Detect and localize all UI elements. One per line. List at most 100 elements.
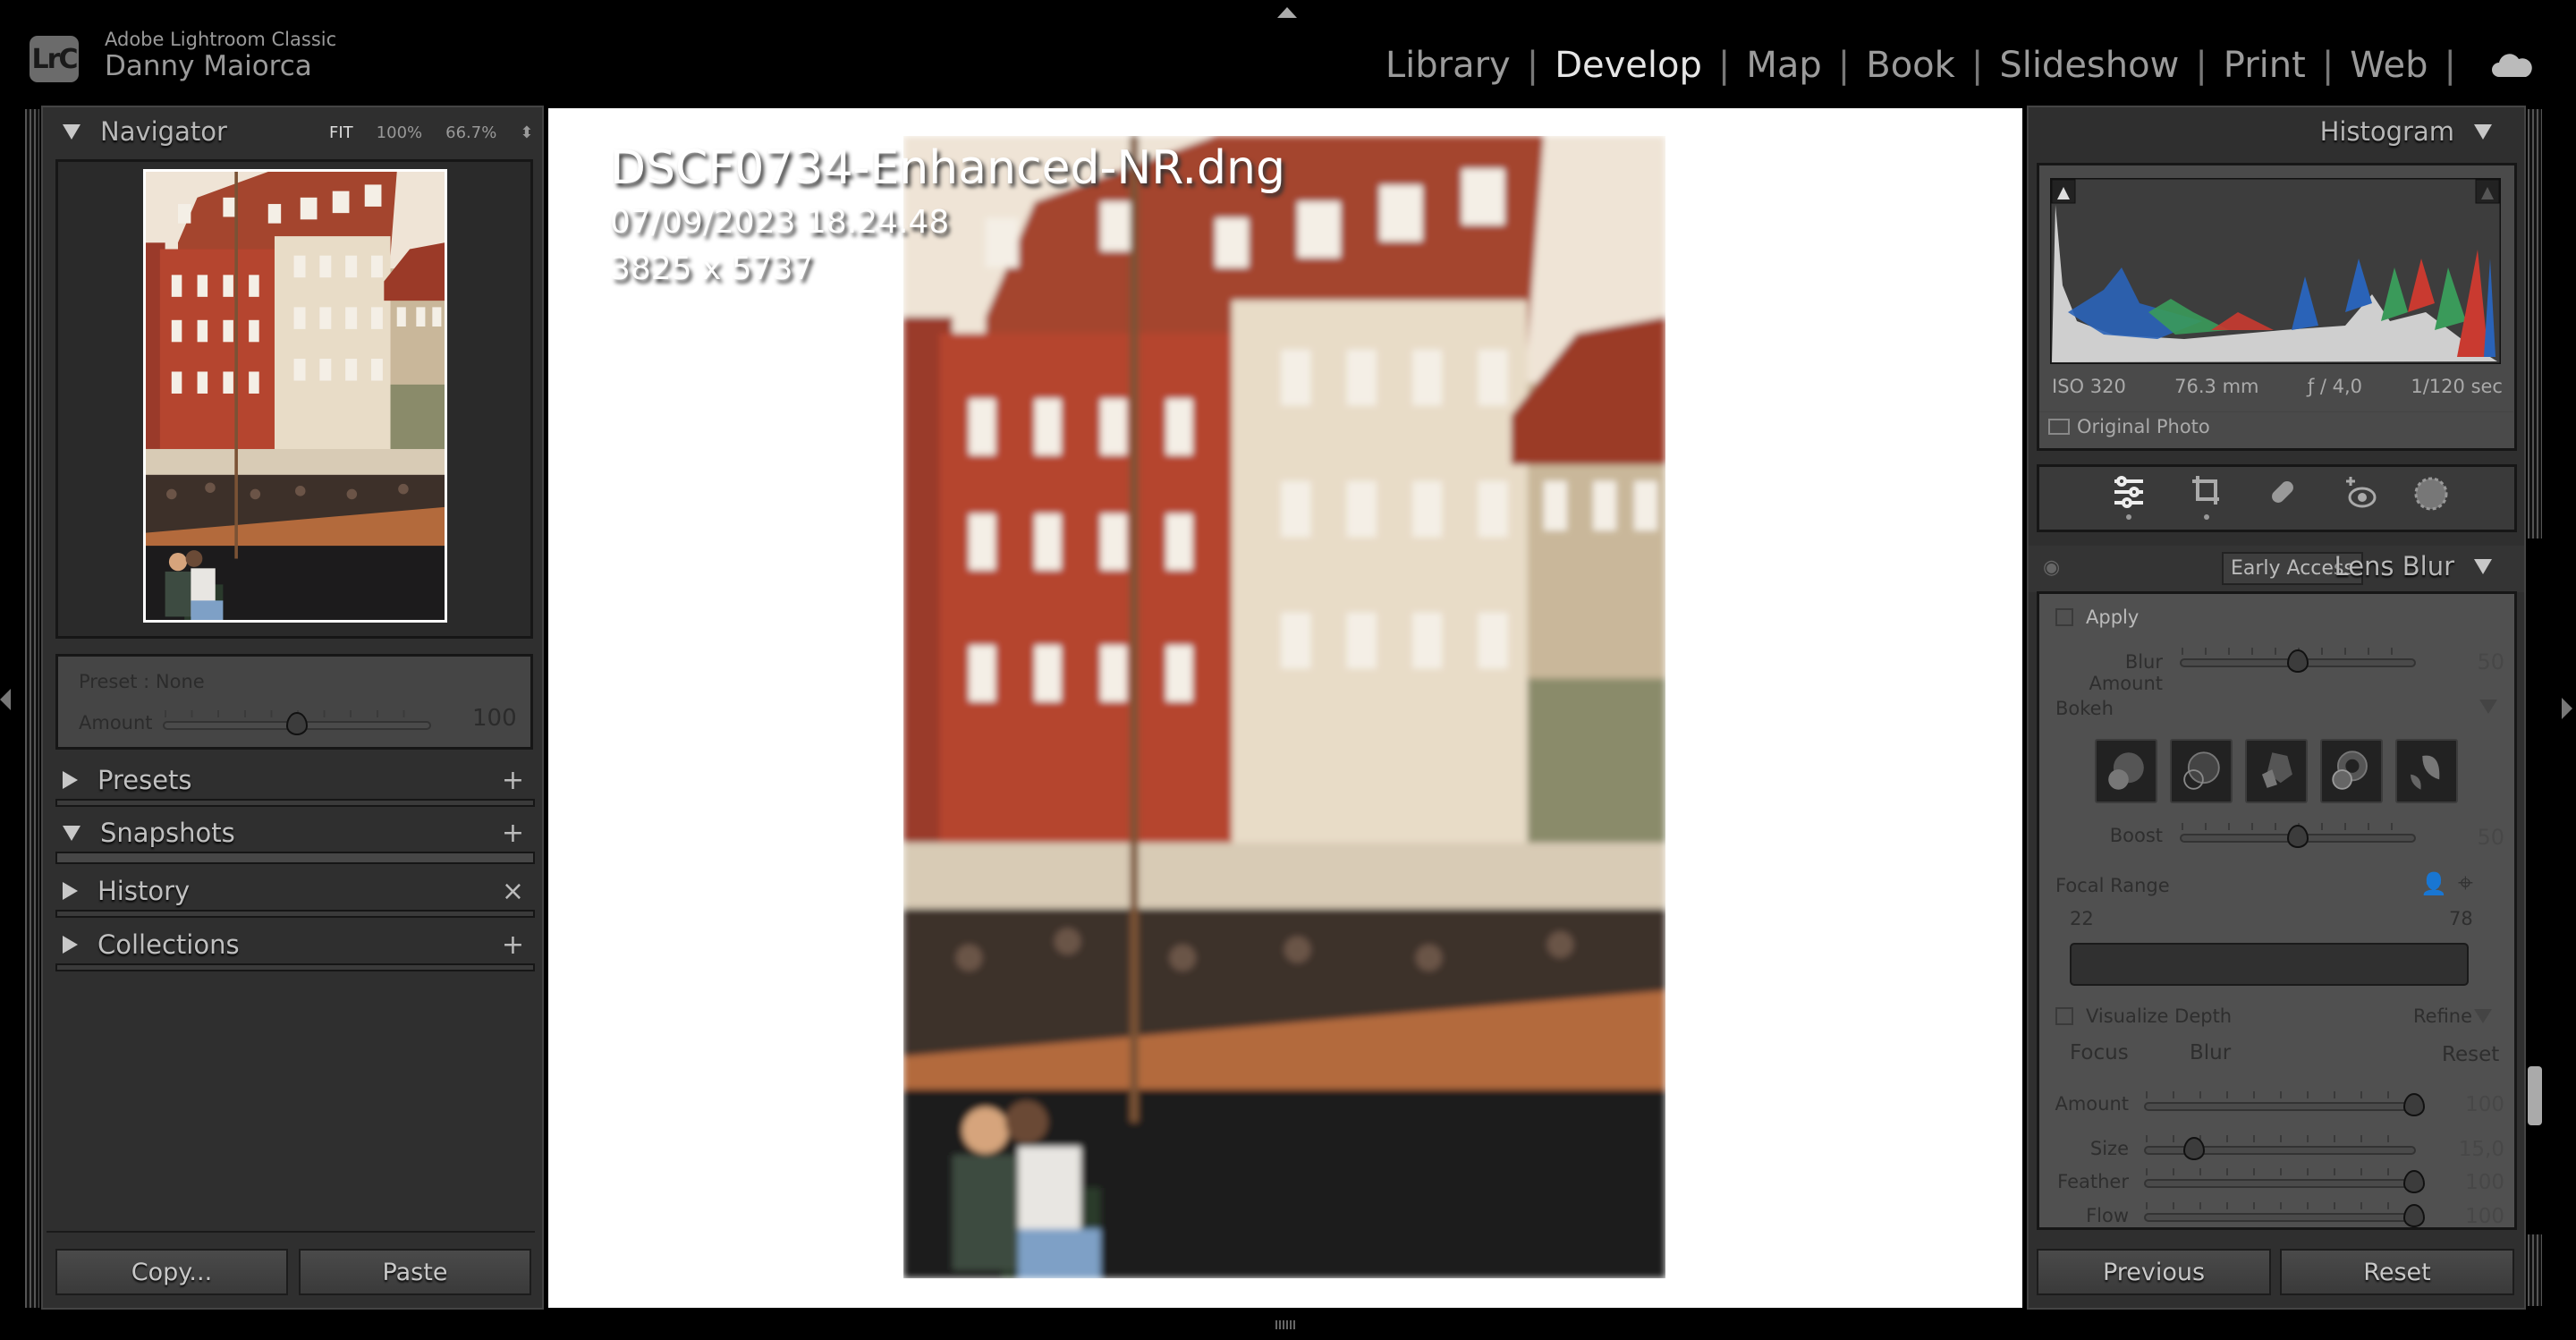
masking-icon[interactable] xyxy=(2413,476,2449,512)
boost-label: Boost xyxy=(2055,825,2163,846)
boost-slider[interactable] xyxy=(2180,834,2416,843)
add-snapshot-icon[interactable]: + xyxy=(502,818,524,849)
focal-length: 76.3 mm xyxy=(2174,376,2258,397)
bokeh-bubble-icon[interactable] xyxy=(2170,739,2233,803)
bokeh-shapes xyxy=(2095,739,2458,803)
lens-blur-header[interactable]: Lens Blur xyxy=(2334,551,2492,581)
section-presets[interactable]: Presets+ xyxy=(47,759,535,801)
brush-feather-slider[interactable] xyxy=(2144,1179,2416,1188)
focus-target-icon[interactable]: ⌖ xyxy=(2458,868,2473,899)
preset-label: Preset : None xyxy=(79,671,205,692)
copy-button[interactable]: Copy... xyxy=(55,1249,288,1295)
subject-focus-icon[interactable]: 👤 xyxy=(2420,871,2447,896)
module-develop[interactable]: Develop xyxy=(1555,45,1702,86)
navigator-thumbnail[interactable] xyxy=(143,169,447,623)
brush-feather-value[interactable]: 100 xyxy=(2451,1171,2504,1194)
module-print[interactable]: Print xyxy=(2224,45,2306,86)
add-preset-icon[interactable]: + xyxy=(502,765,524,796)
brush-amount-slider[interactable] xyxy=(2144,1102,2416,1111)
shutter-speed: 1/120 sec xyxy=(2411,376,2503,397)
filmstrip-toggle-icon[interactable] xyxy=(1275,1320,1295,1329)
blur-amount-value[interactable]: 50 xyxy=(2460,649,2504,674)
slider-thumb[interactable] xyxy=(2287,825,2309,848)
focus-brush-button[interactable]: Focus xyxy=(2070,1041,2129,1064)
slider-thumb[interactable] xyxy=(2183,1137,2205,1160)
original-photo-toggle[interactable]: Original Photo xyxy=(2048,416,2210,437)
clear-history-icon[interactable]: × xyxy=(502,876,524,907)
cloud-icon[interactable] xyxy=(2492,54,2533,77)
module-library[interactable]: Library xyxy=(1385,45,1511,86)
section-snapshots[interactable]: Snapshots+ xyxy=(47,812,535,853)
edit-sliders-icon[interactable] xyxy=(2113,474,2145,521)
top-panel-toggle-icon[interactable] xyxy=(1277,7,1297,18)
histogram-title: Histogram xyxy=(2320,116,2454,147)
boost-value[interactable]: 50 xyxy=(2460,825,2504,850)
brush-flow-label: Flow xyxy=(2048,1205,2129,1226)
bokeh-circle-icon[interactable] xyxy=(2095,739,2157,803)
brush-size-slider[interactable] xyxy=(2144,1146,2416,1155)
left-panel-toggle-icon[interactable] xyxy=(0,689,11,710)
module-slideshow[interactable]: Slideshow xyxy=(1999,45,2179,86)
slider-thumb[interactable] xyxy=(2403,1204,2425,1227)
collapse-triangle-icon xyxy=(63,124,80,140)
crop-icon[interactable] xyxy=(2190,474,2223,521)
refine-expand-icon[interactable] xyxy=(2474,1009,2492,1023)
zoom-100[interactable]: 100% xyxy=(377,123,422,142)
apply-checkbox[interactable] xyxy=(2055,608,2073,626)
paste-button[interactable]: Paste xyxy=(299,1249,531,1295)
focal-range-depth-bar[interactable] xyxy=(2070,943,2469,986)
blur-brush-button[interactable]: Blur xyxy=(2190,1041,2231,1064)
histogram-graph[interactable] xyxy=(2050,178,2501,364)
apply-toggle[interactable]: Apply xyxy=(2055,606,2139,628)
slider-thumb[interactable] xyxy=(286,712,308,735)
brush-feather-label: Feather xyxy=(2048,1171,2129,1192)
bokeh-expand-icon[interactable] xyxy=(2479,700,2497,714)
add-collection-icon[interactable]: + xyxy=(502,929,524,961)
navigator-title: Navigator xyxy=(100,116,227,147)
section-history[interactable]: History× xyxy=(47,870,535,912)
blur-amount-label: Blur Amount xyxy=(2055,651,2163,694)
visualize-depth-toggle[interactable]: Visualize Depth xyxy=(2055,1005,2232,1027)
blur-amount-slider[interactable] xyxy=(2180,658,2416,667)
bokeh-blade-icon[interactable] xyxy=(2245,739,2308,803)
right-panel-toggle-icon[interactable] xyxy=(2562,698,2572,719)
bokeh-ring-icon[interactable] xyxy=(2320,739,2383,803)
brush-size-value[interactable]: 15,0 xyxy=(2451,1138,2504,1161)
module-web[interactable]: Web xyxy=(2350,45,2428,86)
brush-flow-slider[interactable] xyxy=(2144,1213,2416,1222)
slider-thumb[interactable] xyxy=(2403,1170,2425,1193)
brush-amount-value[interactable]: 100 xyxy=(2451,1093,2504,1116)
zoom-custom[interactable]: 66.7% xyxy=(445,123,496,142)
slider-ticks xyxy=(2146,1202,2414,1209)
red-eye-icon[interactable] xyxy=(2343,474,2378,510)
reset-button[interactable]: Reset xyxy=(2280,1249,2514,1295)
lens-blur-title: Lens Blur xyxy=(2334,551,2454,581)
module-book[interactable]: Book xyxy=(1866,45,1955,86)
preset-amount-slider[interactable] xyxy=(163,721,431,730)
bokeh-cat-eye-icon[interactable] xyxy=(2395,739,2458,803)
section-collections[interactable]: Collections+ xyxy=(47,924,535,965)
slider-thumb[interactable] xyxy=(2287,649,2309,673)
module-picker: Library| Develop| Map| Book| Slideshow| … xyxy=(1385,45,2533,86)
navigator-header[interactable]: Navigator xyxy=(63,116,227,147)
healing-icon[interactable] xyxy=(2267,476,2299,508)
preset-amount-label: Amount xyxy=(79,712,153,734)
zoom-fit[interactable]: FIT xyxy=(329,123,353,142)
refine-reset-button[interactable]: Reset xyxy=(2442,1043,2499,1066)
panel-visibility-eye-icon[interactable]: ◉ xyxy=(2043,556,2060,579)
main-photo[interactable] xyxy=(903,136,1665,1278)
refine-label: Refine xyxy=(2413,1005,2472,1027)
histogram-header[interactable]: Histogram xyxy=(2320,116,2492,147)
left-panel-grip[interactable] xyxy=(25,109,39,1308)
brush-flow-value[interactable]: 100 xyxy=(2451,1205,2504,1228)
focal-range-label: Focal Range xyxy=(2055,875,2170,896)
module-map[interactable]: Map xyxy=(1746,45,1821,86)
previous-button[interactable]: Previous xyxy=(2037,1249,2271,1295)
zoom-stepper-icon[interactable]: ⬍ xyxy=(520,123,533,142)
exif-info: ISO 320 76.3 mm ƒ / 4,0 1/120 sec xyxy=(2052,376,2503,397)
original-photo-checkbox[interactable] xyxy=(2048,419,2070,435)
right-panel-grip[interactable] xyxy=(2528,109,2542,539)
slider-thumb[interactable] xyxy=(2403,1093,2425,1116)
slider-ticks xyxy=(2146,1168,2414,1175)
right-panel-scrollbar[interactable] xyxy=(2528,1066,2542,1125)
